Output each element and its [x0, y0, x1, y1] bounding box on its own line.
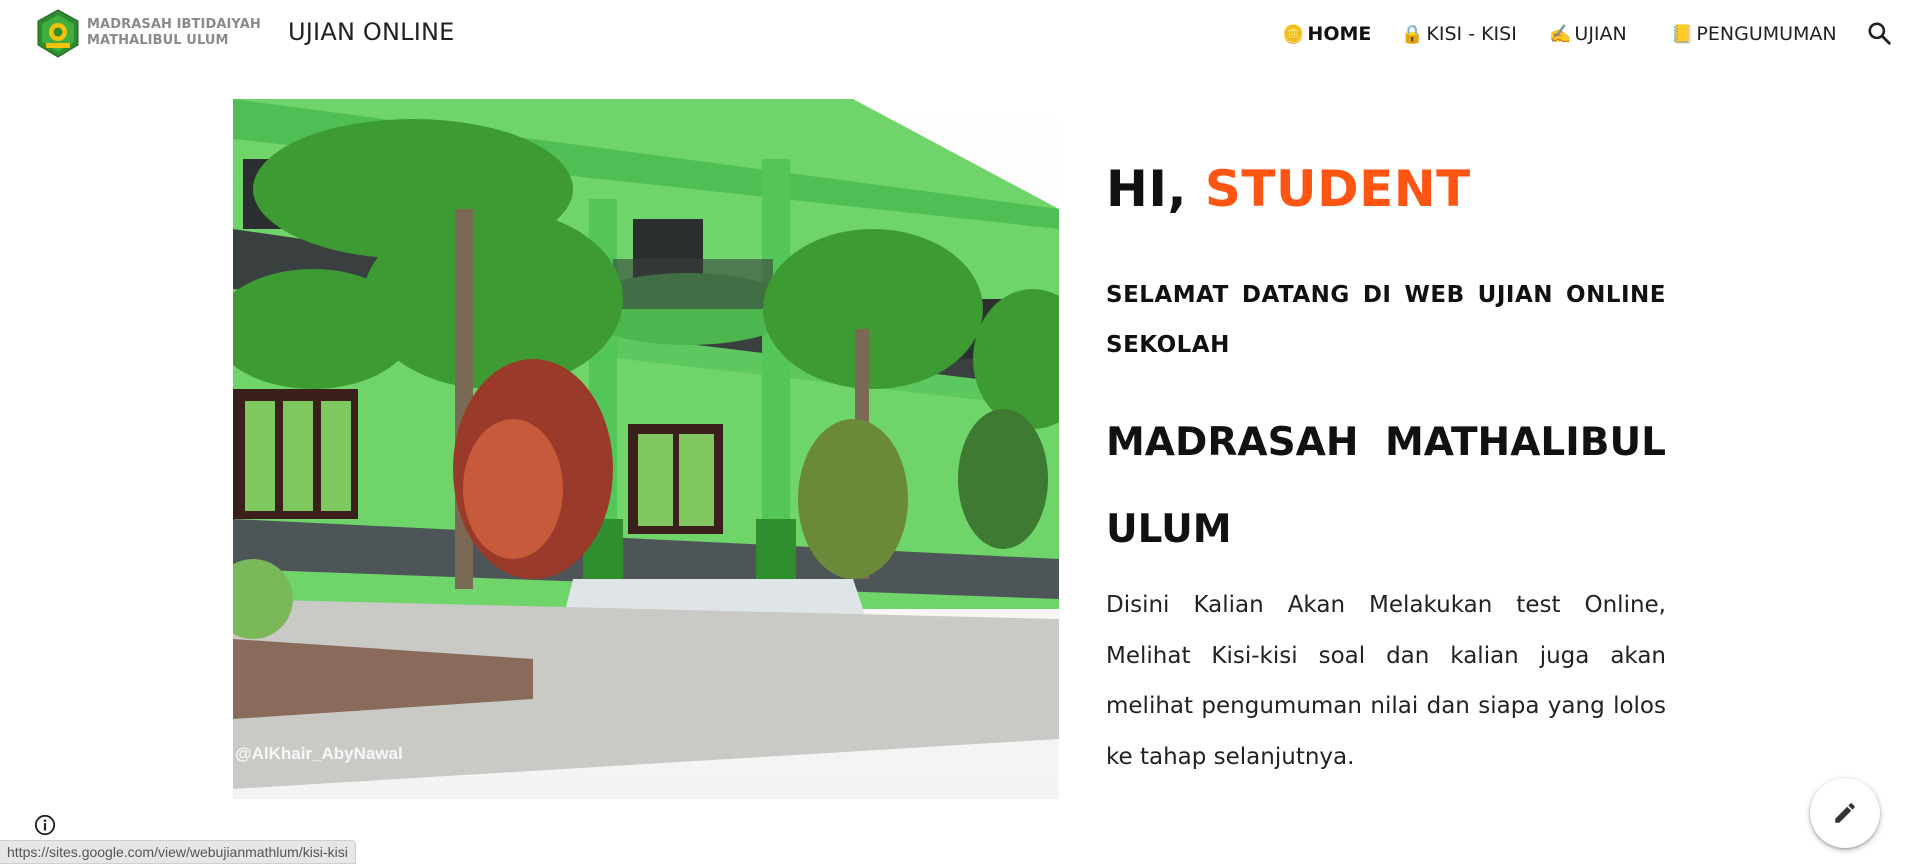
search-icon[interactable]	[1866, 20, 1892, 46]
nav-item-kisi-kisi[interactable]: 🔒 KISI - KISI	[1401, 22, 1517, 46]
coin-icon: 🪙	[1282, 23, 1305, 45]
writing-hand-icon: ✍️	[1549, 23, 1572, 45]
notebook-icon: 📒	[1671, 23, 1694, 45]
nav-item-label: HOME	[1307, 23, 1372, 45]
greeting-prefix: HI,	[1106, 160, 1187, 218]
lock-icon: 🔒	[1401, 23, 1424, 45]
site-title[interactable]: UJIAN ONLINE	[288, 18, 455, 46]
site-name-line2: MATHALIBUL ULUM	[87, 33, 229, 48]
nav-item-label: KISI - KISI	[1426, 23, 1517, 45]
site-header: MADRASAH IBTIDAIYAH MATHALIBUL ULUM UJIA…	[0, 0, 1908, 68]
site-name-line1: MADRASAH IBTIDAIYAH	[87, 17, 261, 32]
nav-item-label: PENGUMUMAN	[1696, 23, 1837, 45]
nav-item-ujian[interactable]: ✍️ UJIAN	[1549, 22, 1627, 46]
pencil-icon	[1835, 803, 1855, 823]
photo-watermark: @AlKhair_AbyNawal	[235, 744, 403, 763]
greeting-heading: HI, STUDENT	[1106, 160, 1471, 218]
description-paragraph: Disini Kalian Akan Melakukan test Online…	[1106, 592, 1666, 770]
welcome-text: SELAMAT DATANG DI WEB UJIAN ONLINE SEKOL…	[1106, 282, 1666, 358]
link-status-url: https://sites.google.com/view/webujianma…	[0, 840, 356, 864]
madrasah-logo[interactable]	[34, 9, 82, 59]
nav-item-label: UJIAN	[1574, 23, 1627, 45]
edit-button[interactable]	[1810, 778, 1880, 848]
nav-item-home[interactable]: 🪙 HOME	[1282, 22, 1371, 46]
nav-item-pengumuman[interactable]: 📒 PENGUMUMAN	[1671, 22, 1837, 46]
greeting-name: STUDENT	[1204, 160, 1471, 218]
school-building-photo: @AlKhair_AbyNawal	[233, 99, 1059, 799]
site-name[interactable]: MADRASAH IBTIDAIYAH MATHALIBUL ULUM	[87, 17, 261, 49]
school-name-heading: MADRASAH MATHALIBUL ULUM	[1106, 420, 1666, 552]
info-icon[interactable]	[34, 814, 56, 836]
school-building-illustration: @AlKhair_AbyNawal	[233, 99, 1059, 799]
